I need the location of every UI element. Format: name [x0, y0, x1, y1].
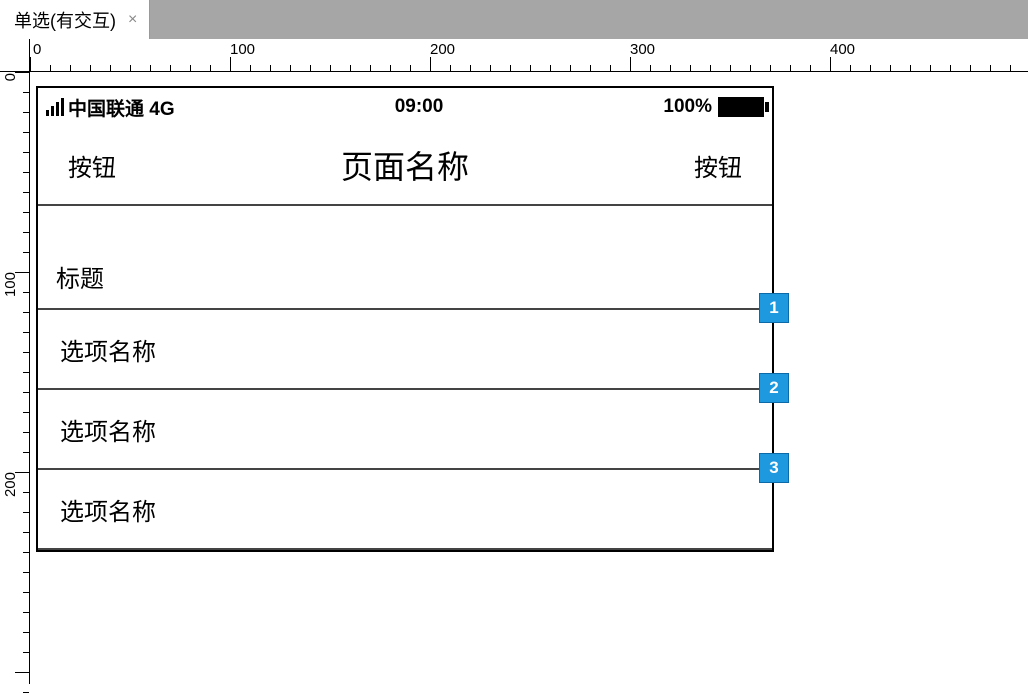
battery-percent: 100% [663, 96, 712, 118]
ruler-label: 100 [2, 272, 19, 297]
nav-bar: 按钮 页面名称 按钮 [38, 126, 772, 206]
nav-left-button[interactable]: 按钮 [68, 148, 116, 183]
section-header: 标题 [38, 206, 772, 310]
footnote-marker[interactable]: 1 [759, 293, 789, 323]
carrier-label: 中国联通 4G [68, 94, 175, 121]
option-label: 选项名称 [60, 412, 156, 447]
status-time: 09:00 [395, 96, 444, 118]
document-tab[interactable]: 单选(有交互) × [0, 0, 150, 39]
battery-icon [718, 97, 764, 117]
ruler-corner [0, 39, 30, 72]
footnote-marker[interactable]: 3 [759, 453, 789, 483]
option-row[interactable]: 选项名称3 [38, 470, 772, 550]
ruler-horizontal: 0 100 200 300 400 [30, 39, 1028, 72]
option-label: 选项名称 [60, 492, 156, 527]
ruler-label: 100 [230, 41, 255, 58]
tab-bar: 单选(有交互) × [0, 0, 1028, 39]
footnote-marker[interactable]: 2 [759, 373, 789, 403]
section-title: 标题 [56, 259, 104, 294]
phone-mockup[interactable]: 中国联通 4G 09:00 100% 按钮 页面名称 按钮 标题 选项名称1选项… [36, 86, 774, 552]
ruler-label: 0 [2, 73, 19, 81]
option-row[interactable]: 选项名称1 [38, 310, 772, 390]
page-title: 页面名称 [341, 142, 469, 188]
ruler-label: 200 [430, 41, 455, 58]
ruler-vertical: 0 100 200 [0, 72, 30, 684]
ruler-label: 0 [33, 41, 41, 58]
option-label: 选项名称 [60, 332, 156, 367]
option-row[interactable]: 选项名称2 [38, 390, 772, 470]
ruler-label: 200 [2, 472, 19, 497]
signal-icon [46, 98, 64, 116]
status-bar: 中国联通 4G 09:00 100% [38, 88, 772, 126]
tab-label: 单选(有交互) [14, 7, 116, 33]
ruler-label: 300 [630, 41, 655, 58]
ruler-label: 400 [830, 41, 855, 58]
design-canvas[interactable]: 中国联通 4G 09:00 100% 按钮 页面名称 按钮 标题 选项名称1选项… [30, 72, 1028, 684]
close-icon[interactable]: × [126, 11, 139, 29]
nav-right-button[interactable]: 按钮 [694, 148, 742, 183]
